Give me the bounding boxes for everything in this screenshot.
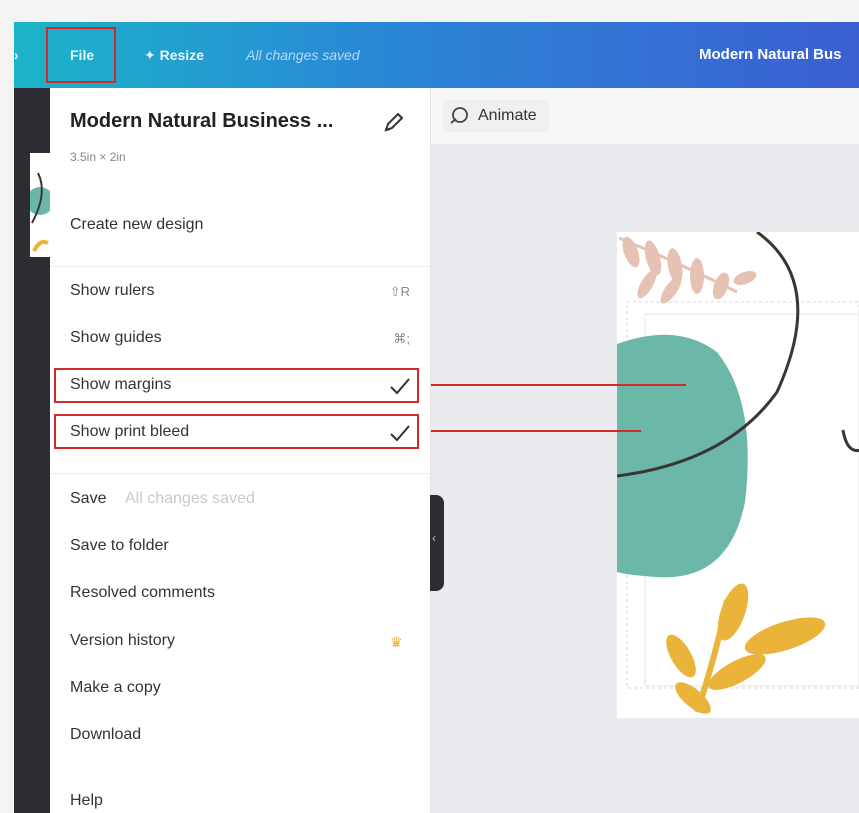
teal-shape	[617, 334, 748, 578]
menu-show-guides[interactable]: Show guides	[70, 329, 162, 347]
editor-topbar: › File ✦ Resize All changes saved Modern…	[14, 22, 859, 88]
menu-save[interactable]: Save	[70, 490, 106, 508]
file-highlight-box	[46, 27, 116, 83]
show-print-bleed-highlight	[54, 414, 419, 449]
file-menu-panel: Modern Natural Business ... 3.5in × 2in …	[50, 88, 431, 813]
rulers-shortcut: ⇧R	[389, 284, 410, 299]
menu-create-new-design[interactable]: Create new design	[70, 216, 203, 234]
animate-label: Animate	[478, 107, 537, 124]
mustard-leaves	[666, 583, 826, 714]
page-thumbnail[interactable]	[30, 153, 52, 257]
back-icon[interactable]: ›	[14, 22, 19, 88]
resize-button[interactable]: ✦ Resize	[144, 22, 204, 88]
resize-label: Resize	[159, 47, 204, 63]
business-card-design[interactable]	[617, 232, 859, 718]
menu-make-a-copy[interactable]: Make a copy	[70, 679, 161, 697]
menu-help[interactable]: Help	[70, 792, 103, 810]
sparkle-icon: ✦	[144, 47, 160, 63]
menu-download[interactable]: Download	[70, 726, 141, 744]
guides-shortcut: ⌘;	[393, 331, 410, 346]
show-margins-highlight	[54, 368, 419, 403]
menu-save-to-folder[interactable]: Save to folder	[70, 537, 169, 555]
animate-icon	[450, 107, 468, 124]
collapse-panel-handle[interactable]: ‹	[430, 495, 444, 591]
pencil-icon[interactable]	[382, 110, 406, 134]
pink-leaf-branch	[618, 236, 757, 304]
divider	[50, 266, 430, 267]
menu-version-history[interactable]: Version history	[70, 632, 175, 650]
divider	[50, 473, 430, 474]
design-name[interactable]: Modern Natural Business ...	[70, 110, 333, 133]
menu-save-status: All changes saved	[125, 490, 255, 507]
chevron-left-icon: ‹	[432, 531, 436, 545]
callout-line-margins	[419, 384, 686, 386]
crown-icon: ♛	[390, 634, 403, 650]
design-title[interactable]: Modern Natural Bus	[699, 22, 842, 88]
callout-line-bleed	[419, 430, 641, 432]
save-status-text: All changes saved	[246, 47, 360, 63]
design-dimensions: 3.5in × 2in	[70, 150, 126, 164]
menu-show-rulers[interactable]: Show rulers	[70, 282, 154, 300]
menu-resolved-comments[interactable]: Resolved comments	[70, 584, 215, 602]
